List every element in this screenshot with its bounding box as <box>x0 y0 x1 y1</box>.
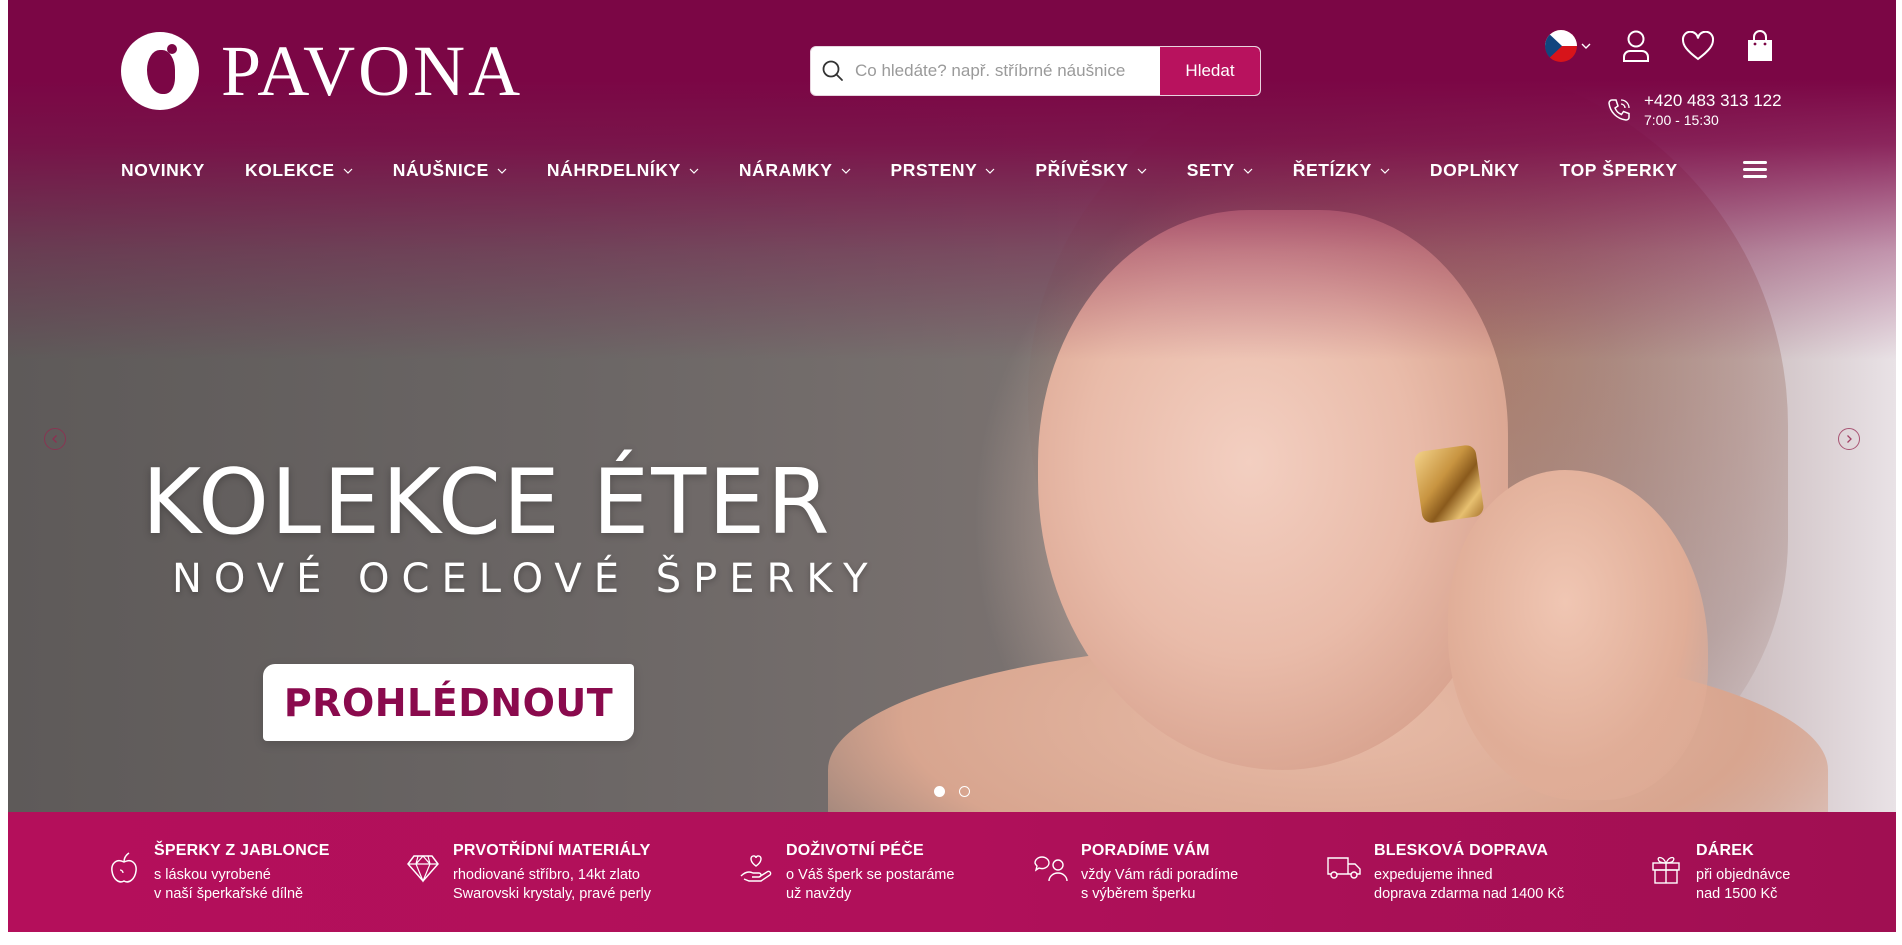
page: PAVONA Hledat +420 483 313 122 7:00 - 15… <box>0 0 1902 945</box>
phone-number: +420 483 313 122 <box>1644 91 1782 110</box>
nav-item-top-sperky[interactable]: TOP ŠPERKY <box>1560 160 1678 181</box>
wishlist-button[interactable] <box>1680 28 1716 64</box>
chevron-down-icon <box>1380 168 1390 174</box>
benefit-text: o Váš šperk se postaráme <box>786 867 955 883</box>
hero-subtitle: NOVÉ OCELOVÉ ŠPERKY <box>172 556 880 602</box>
main-navigation: NOVINKY KOLEKCE NÁUŠNICE NÁHRDELNÍKY NÁR… <box>121 160 1718 181</box>
nav-item-label: TOP ŠPERKY <box>1559 160 1678 180</box>
chevron-left-icon <box>52 435 57 443</box>
brand-name: PAVONA <box>221 31 524 111</box>
benefits-bar: ŠPERKY Z JABLONCE s láskou vyrobené v na… <box>8 812 1896 932</box>
truck-icon <box>1326 850 1362 886</box>
benefit-text: expedujeme ihned <box>1374 867 1493 883</box>
nav-item-privesky[interactable]: PŘÍVĚSKY <box>1035 160 1147 181</box>
page-bottom-edge <box>0 932 1902 945</box>
benefit-title: PORADÍME VÁM <box>1081 842 1210 859</box>
benefit-text: už navždy <box>786 886 852 902</box>
gift-icon <box>1648 850 1684 886</box>
benefit-text: v naší šperkařské dílně <box>154 886 304 902</box>
benefit-text: s láskou vyrobené <box>154 867 271 883</box>
nav-item-label: NÁRAMKY <box>738 160 833 180</box>
nav-item-label: PŘÍVĚSKY <box>1035 160 1129 180</box>
nav-item-label: PRSTENY <box>890 160 978 180</box>
chevron-right-icon <box>1847 435 1852 443</box>
chevron-down-icon <box>841 168 850 174</box>
header-actions <box>1545 28 1778 64</box>
chevron-down-icon <box>497 168 507 174</box>
menu-hamburger-icon[interactable] <box>1743 161 1767 179</box>
slider-dot[interactable] <box>934 786 945 797</box>
hand-heart-icon <box>738 850 774 886</box>
nav-item-label: DOPLŇKY <box>1429 160 1520 180</box>
account-button[interactable] <box>1618 28 1654 64</box>
benefit-item: ŠPERKY Z JABLONCE s láskou vyrobené v na… <box>106 842 330 904</box>
nav-item-doplnky[interactable]: DOPLŇKY <box>1430 160 1520 181</box>
nav-item-label: KOLEKCE <box>244 160 335 180</box>
benefit-title: BLESKOVÁ DOPRAVA <box>1374 842 1549 859</box>
nav-item-label: ŘETÍZKY <box>1292 160 1372 180</box>
benefit-text: doprava zdarma nad 1400 Kč <box>1374 886 1565 902</box>
slider-dot[interactable] <box>959 786 970 797</box>
nav-item-novinky[interactable]: NOVINKY <box>121 160 205 181</box>
chevron-down-icon <box>1137 168 1147 174</box>
benefit-title: ŠPERKY Z JABLONCE <box>154 842 330 859</box>
chevron-down-icon <box>689 168 699 174</box>
nav-item-label: NOVINKY <box>121 160 205 180</box>
nav-item-label: SETY <box>1186 160 1235 180</box>
nav-item-label: NÁUŠNICE <box>392 160 489 180</box>
contact-phone[interactable]: +420 483 313 122 7:00 - 15:30 <box>1606 91 1782 129</box>
search-input[interactable] <box>855 61 1160 81</box>
hero-cta-button[interactable]: PROHLÉDNOUT <box>263 664 634 741</box>
chevron-down-icon <box>1243 168 1253 174</box>
heart-icon <box>1681 31 1715 61</box>
chevron-down-icon <box>1581 43 1591 49</box>
nav-item-sety[interactable]: SETY <box>1187 160 1253 181</box>
benefit-text: nad 1500 Kč <box>1696 886 1778 902</box>
diamond-icon <box>405 850 441 886</box>
benefit-title: DÁREK <box>1696 842 1754 859</box>
nav-item-retizky[interactable]: ŘETÍZKY <box>1293 160 1390 181</box>
nav-item-kolekce[interactable]: KOLEKCE <box>245 160 353 181</box>
slider-pagination <box>934 786 970 797</box>
benefit-text: při objednávce <box>1696 867 1791 883</box>
benefit-item: BLESKOVÁ DOPRAVA expedujeme ihned doprav… <box>1326 842 1564 904</box>
language-selector[interactable] <box>1545 30 1592 62</box>
search-button[interactable]: Hledat <box>1160 47 1260 95</box>
chat-person-icon <box>1033 850 1069 886</box>
slider-prev-button[interactable] <box>44 428 66 450</box>
shopping-bag-icon <box>1748 30 1772 61</box>
benefit-item: PORADÍME VÁM vždy Vám rádi poradíme s vý… <box>1033 842 1238 904</box>
chevron-down-icon <box>343 168 353 174</box>
benefit-text: Swarovski krystaly, pravé perly <box>453 886 651 902</box>
nav-item-prsteny[interactable]: PRSTENY <box>891 160 996 181</box>
slider-next-button[interactable] <box>1838 428 1860 450</box>
benefit-item: DOŽIVOTNÍ PÉČE o Váš šperk se postaráme … <box>738 842 954 904</box>
phone-hours: 7:00 - 15:30 <box>1644 112 1719 128</box>
nav-item-naramky[interactable]: NÁRAMKY <box>739 160 851 181</box>
chevron-down-icon <box>985 168 995 174</box>
search-icon <box>811 59 855 83</box>
benefit-text: vždy Vám rádi poradíme <box>1081 867 1239 883</box>
phone-icon <box>1608 99 1630 121</box>
hero-title: KOLEKCE ÉTER <box>142 450 832 555</box>
czech-flag-icon <box>1545 30 1577 62</box>
benefit-text: rhodiované stříbro, 14kt zlato <box>453 867 640 883</box>
benefit-title: PRVOTŘÍDNÍ MATERIÁLY <box>453 842 651 859</box>
benefit-item: PRVOTŘÍDNÍ MATERIÁLY rhodiované stříbro,… <box>405 842 651 904</box>
user-icon <box>1623 30 1649 62</box>
benefit-title: DOŽIVOTNÍ PÉČE <box>786 842 924 859</box>
brand-logo[interactable]: PAVONA <box>121 32 523 110</box>
hero-image-earring <box>1413 444 1485 524</box>
nav-item-nahrdelniky[interactable]: NÁHRDELNÍKY <box>547 160 699 181</box>
cart-button[interactable] <box>1742 28 1778 64</box>
search-bar: Hledat <box>810 46 1261 96</box>
benefit-item: DÁREK při objednávce nad 1500 Kč <box>1648 842 1790 904</box>
nav-item-nausnice[interactable]: NÁUŠNICE <box>393 160 507 181</box>
peacock-logo-icon <box>121 32 199 110</box>
benefit-text: s výběrem šperku <box>1081 886 1196 902</box>
apple-icon <box>106 850 142 886</box>
nav-item-label: NÁHRDELNÍKY <box>546 160 681 180</box>
